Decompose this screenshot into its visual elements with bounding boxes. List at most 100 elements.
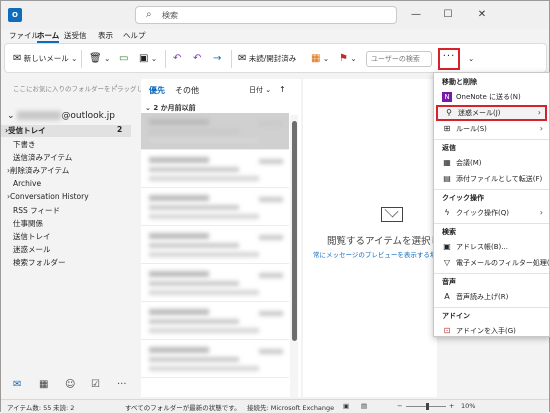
folder-label: 検索フォルダー <box>13 258 66 267</box>
folder-inbox[interactable]: ›受信トレイ 2 <box>1 125 131 137</box>
more-options-button[interactable]: ··· <box>438 48 460 70</box>
folder-conversation-history[interactable]: ›Conversation History <box>7 192 89 201</box>
folder-archive[interactable]: Archive <box>13 179 41 188</box>
message-row[interactable] <box>141 341 289 378</box>
message-row[interactable] <box>141 265 289 302</box>
folder-deleted[interactable]: ›削除済みアイテム <box>7 165 69 176</box>
menu-send-receive[interactable]: 送受信 <box>64 30 87 41</box>
unread-read-button[interactable]: ✉ 未読/開封済み <box>238 51 296 67</box>
delete-button[interactable]: 🗑 ⌄ <box>89 51 110 67</box>
folder-sent[interactable]: 送信済みアイテム <box>13 152 72 163</box>
menu-view[interactable]: 表示 <box>98 30 113 41</box>
folder-rss[interactable]: RSS フィード <box>13 205 60 216</box>
chevron-left-icon[interactable]: ‹ <box>115 82 118 90</box>
reply-button[interactable]: ↶ <box>173 51 181 67</box>
reading-view-icon[interactable]: ▤ <box>361 402 367 410</box>
menu-item-label: 音声読み上げ(R) <box>456 293 509 301</box>
move-folder-icon: ▣ <box>139 53 149 64</box>
redacted-text <box>259 311 283 316</box>
minimize-button[interactable]: — <box>405 7 427 23</box>
flag-icon: ⚑ <box>339 53 348 64</box>
folder-search[interactable]: 検索フォルダー <box>13 257 66 268</box>
outlook-app-icon: O <box>8 8 22 22</box>
close-button[interactable]: ✕ <box>471 7 493 23</box>
sort-direction-icon[interactable]: ↑ <box>279 85 286 94</box>
tasks-icon[interactable]: ☑ <box>91 379 100 390</box>
trash-icon: 🗑 <box>89 53 102 64</box>
chevron-right-icon: › <box>539 258 543 267</box>
menu-home[interactable]: ホーム <box>37 30 60 43</box>
reply-all-button[interactable]: ↶ <box>193 51 201 67</box>
maximize-button[interactable]: ☐ <box>437 7 459 23</box>
favorites-hint: ここにお気に入りのフォルダーをドラッグします <box>13 85 156 93</box>
more-apps-icon[interactable]: ··· <box>117 379 127 390</box>
sort-by-date[interactable]: 日付 ⌄ <box>249 85 271 95</box>
message-row[interactable] <box>141 189 289 226</box>
menu-item-label: 会議(M) <box>456 159 482 167</box>
redacted-text <box>259 349 283 354</box>
chevron-down-icon: ⌄ <box>150 54 158 63</box>
menu-item-label: 迷惑メール(J) <box>458 109 501 117</box>
chevron-down-icon: ⌄ <box>350 54 357 63</box>
flag-button[interactable]: ⚑ ⌄ <box>339 51 357 67</box>
zoom-out-icon[interactable]: − <box>397 402 402 410</box>
onenote-icon: N <box>442 92 452 102</box>
zoom-slider-knob[interactable] <box>426 403 429 410</box>
new-mail-button[interactable]: ✉ 新しいメール ⌄ <box>13 51 77 67</box>
message-row[interactable] <box>141 113 289 150</box>
folder-work[interactable]: 仕事関係 <box>13 218 43 229</box>
archive-button[interactable]: ▭ <box>119 51 128 67</box>
menu-item-quick-steps[interactable]: ϟ クイック操作(Q) › <box>434 206 549 220</box>
search-box[interactable]: ⌕ 検索 <box>135 6 397 24</box>
zoom-in-icon[interactable]: + <box>449 402 454 410</box>
tab-focused[interactable]: 優先 <box>149 85 165 96</box>
folder-label: 送信トレイ <box>13 232 51 241</box>
menu-item-meeting[interactable]: ▦ 会議(M) <box>434 156 549 170</box>
reply-icon: ↶ <box>173 53 182 64</box>
message-row[interactable] <box>141 303 289 340</box>
menu-item-address-book[interactable]: ▣ アドレス帳(B)... <box>434 240 549 254</box>
ribbon-divider <box>231 50 232 68</box>
forward-button[interactable]: → <box>213 51 221 67</box>
menu-item-read-aloud[interactable]: A 音声読み上げ(R) <box>434 290 549 304</box>
folder-pane: ここにお気に入りのフォルダーをドラッグします ‹ ⌄ @outlook.jp ›… <box>1 79 156 399</box>
addins-icon: ⊡ <box>443 326 451 335</box>
message-row[interactable] <box>141 227 289 264</box>
ribbon-expand-button[interactable]: ⌄ <box>468 51 474 67</box>
menu-item-filter[interactable]: ▽ 電子メールのフィルター処理(F) › <box>434 256 550 270</box>
menu-help[interactable]: ヘルプ <box>123 30 146 41</box>
account-header[interactable]: ⌄ @outlook.jp <box>7 111 115 121</box>
more-options-menu: 移動と削除 N OneNote に送る(N) ⚲ 迷惑メール(J) › ⊞ ルール(S) › 返信… <box>433 72 550 337</box>
menu-divider <box>434 307 549 308</box>
message-row[interactable] <box>141 151 289 188</box>
menu-file[interactable]: ファイル <box>9 30 39 41</box>
user-search-input[interactable]: ユーザーの検索 <box>366 51 432 67</box>
redacted-text <box>259 235 283 240</box>
categorize-button[interactable]: ▦ ⌄ <box>311 51 329 67</box>
group-header[interactable]: ⌄ 2 か月前以前 <box>145 103 196 113</box>
redacted-text <box>259 273 283 278</box>
menu-item-junk[interactable]: ⚲ 迷惑メール(J) › <box>436 105 547 121</box>
calendar-icon[interactable]: ▦ <box>39 379 48 390</box>
menu-item-label: アドレス帳(B)... <box>456 243 508 251</box>
menu-item-onenote[interactable]: N OneNote に送る(N) <box>434 90 549 104</box>
account-name-redacted <box>17 111 62 120</box>
normal-view-icon[interactable]: ▣ <box>343 402 349 410</box>
chevron-right-icon: › <box>537 108 541 117</box>
folder-drafts[interactable]: 下書き <box>13 139 36 150</box>
redacted-text <box>149 309 209 315</box>
menu-item-addins[interactable]: ⊡ アドインを入手(G) <box>434 324 549 338</box>
menu-item-attach-forward[interactable]: ▤ 添付ファイルとして転送(F) <box>434 172 549 186</box>
mail-icon[interactable]: ✉ <box>13 379 21 390</box>
redacted-text <box>149 243 239 248</box>
folder-outbox[interactable]: 送信トレイ <box>13 231 51 242</box>
move-button[interactable]: ▣ ⌄ <box>139 51 157 67</box>
scrollbar-thumb[interactable] <box>292 121 297 341</box>
tab-other[interactable]: その他 <box>175 85 199 96</box>
redacted-text <box>149 357 239 362</box>
chevron-down-icon: ⌄ <box>104 54 111 63</box>
menu-item-rules[interactable]: ⊞ ルール(S) › <box>434 122 549 136</box>
folder-junk[interactable]: 迷惑メール <box>13 244 51 255</box>
people-icon[interactable]: ☺ <box>65 379 75 390</box>
chevron-down-icon: ⌄ <box>265 86 272 94</box>
